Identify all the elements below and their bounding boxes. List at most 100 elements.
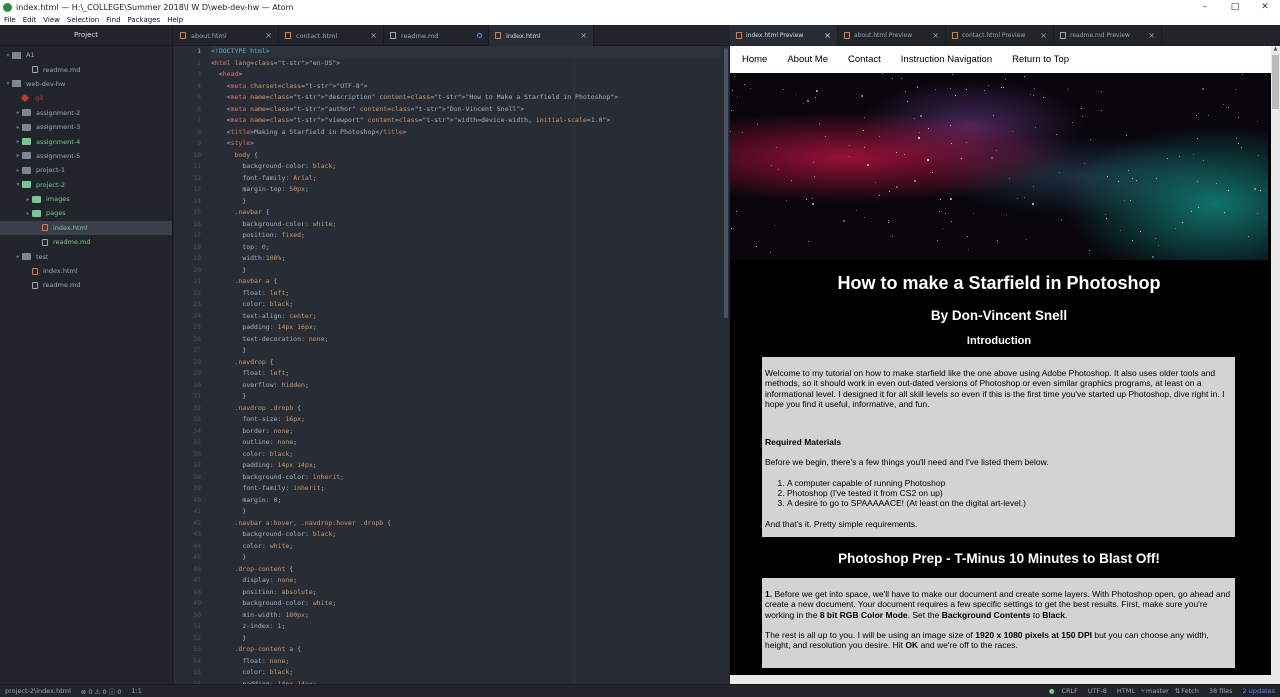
preview-tab[interactable]: about.html Preview × (838, 25, 946, 46)
code-line[interactable]: .navdrop .dropb { (211, 403, 721, 415)
code-line[interactable]: color: black; (211, 299, 721, 311)
chevron-right-icon[interactable]: ▸ (14, 167, 22, 174)
code-line[interactable]: text-decoration: none; (211, 334, 721, 346)
scroll-up-arrow-icon[interactable]: ▲ (1271, 46, 1280, 52)
editor-tab[interactable]: about.html × (174, 25, 279, 46)
tree-item[interactable]: index.html (0, 264, 172, 278)
chevron-down-icon[interactable]: ▾ (4, 80, 12, 87)
modified-dot-icon[interactable] (477, 33, 482, 38)
tree-item[interactable]: ▸ assignment-3 (0, 120, 172, 134)
code-line[interactable]: padding: 14px 14px; (211, 460, 721, 472)
tree-item[interactable]: ▾ web-dev-hw (0, 77, 172, 91)
nav-contact-link[interactable]: Contact (836, 54, 889, 65)
code-line[interactable]: } (211, 345, 721, 357)
tree-item[interactable]: readme.md (0, 235, 172, 249)
code-line[interactable]: <style> (211, 138, 721, 150)
nav-about-link[interactable]: About Me (775, 54, 836, 65)
code-line[interactable]: font-family: Arial; (211, 173, 721, 185)
tree-item[interactable]: index.html (0, 220, 172, 236)
status-grammar[interactable]: HTML (1112, 687, 1140, 695)
editor-scroll-thumb[interactable] (724, 48, 728, 318)
close-tab-icon[interactable]: × (370, 31, 377, 40)
chevron-down-icon[interactable]: ▾ (4, 52, 12, 59)
code-line[interactable]: border: none; (211, 426, 721, 438)
chevron-right-icon[interactable]: ▸ (24, 196, 32, 203)
code-line[interactable]: <head> (211, 69, 721, 81)
editor-tab[interactable]: index.html × (489, 25, 594, 46)
code-line[interactable]: margin: 0; (211, 495, 721, 507)
code-line[interactable]: font-size: 16px; (211, 414, 721, 426)
status-fetch[interactable]: Fetch (1181, 687, 1204, 695)
code-line[interactable]: .navdrop { (211, 357, 721, 369)
minimize-button[interactable]: – (1190, 2, 1220, 12)
close-tab-icon[interactable]: × (932, 31, 939, 40)
chevron-right-icon[interactable]: ▸ (24, 210, 32, 217)
code-line[interactable]: } (211, 196, 721, 208)
code-line[interactable]: float: left; (211, 288, 721, 300)
code-line[interactable]: margin-top: 50px; (211, 184, 721, 196)
code-line[interactable]: position: fixed; (211, 230, 721, 242)
code-line[interactable]: background-color: black; (211, 161, 721, 173)
tree-item[interactable]: ▸ pages (0, 206, 172, 220)
code-line[interactable]: font-family: inherit; (211, 483, 721, 495)
tree-item[interactable]: readme.md (0, 62, 172, 76)
code-line[interactable]: .navbar { (211, 207, 721, 219)
status-line-ending[interactable]: CRLF (1057, 687, 1083, 695)
code-line[interactable]: float: left; (211, 368, 721, 380)
code-line[interactable]: .drop-content { (211, 564, 721, 576)
code-line[interactable]: <meta name=class="t-str">"description" c… (211, 92, 721, 104)
code-line[interactable]: <html lang=class="t-str">"en-US"> (211, 58, 721, 70)
code-line[interactable]: color: black; (211, 449, 721, 461)
editor-tab[interactable]: readme.md (384, 25, 489, 46)
code-line[interactable]: color: black; (211, 667, 721, 679)
code-line[interactable]: .navbar a { (211, 276, 721, 288)
code-line[interactable]: float: none; (211, 656, 721, 668)
status-issues[interactable]: ⊗ 0 ⚠ 0 ⓘ 0 (76, 686, 127, 696)
code-line[interactable]: <meta charset=class="t-str">"UTF-8"> (211, 81, 721, 93)
nav-top-link[interactable]: Return to Top (1000, 54, 1077, 65)
menu-packages[interactable]: Packages (124, 16, 164, 24)
tree-item[interactable]: ▸ project-1 (0, 163, 172, 177)
code-line[interactable]: min-width: 180px; (211, 610, 721, 622)
code-line[interactable]: <meta name=class="t-str">"viewport" cont… (211, 115, 721, 127)
code-line[interactable]: .navbar a:hover, .navdrop:hover .dropb { (211, 518, 721, 530)
preview-tab[interactable]: contact.html Preview × (946, 25, 1054, 46)
menu-help[interactable]: Help (163, 16, 186, 24)
status-encoding[interactable]: UTF-8 (1083, 687, 1112, 695)
tree-item[interactable]: ▸ images (0, 192, 172, 206)
tree-item[interactable]: ▸ test (0, 249, 172, 263)
tree-item[interactable]: readme.md (0, 278, 172, 292)
code-line[interactable]: <meta name=class="t-str">"author" conten… (211, 104, 721, 116)
preview-tab[interactable]: index.html Preview × (730, 25, 838, 46)
close-tab-icon[interactable]: × (824, 31, 831, 40)
preview-scroll-thumb[interactable] (1272, 55, 1279, 109)
code-line[interactable]: body { (211, 150, 721, 162)
code-line[interactable]: } (211, 552, 721, 564)
code-line[interactable]: <!DOCTYPE html> (211, 46, 721, 58)
chevron-right-icon[interactable]: ▸ (14, 152, 22, 159)
close-tab-icon[interactable]: × (1148, 31, 1155, 40)
code-line[interactable]: <title>Making a Starfield in Photoshop</… (211, 127, 721, 139)
preview-tab[interactable]: readme.md Preview × (1054, 25, 1162, 46)
code-line[interactable]: z-index: 1; (211, 621, 721, 633)
tree-item[interactable]: ▸ assignment-2 (0, 106, 172, 120)
code-line[interactable]: } (211, 633, 721, 645)
code-line[interactable]: display: none; (211, 575, 721, 587)
code-line[interactable]: outline: none; (211, 437, 721, 449)
chevron-right-icon[interactable]: ▸ (14, 124, 22, 131)
preview-scrollbar[interactable]: ▲ (1271, 46, 1280, 684)
maximize-button[interactable]: □ (1220, 2, 1250, 12)
code-line[interactable]: width:100%; (211, 253, 721, 265)
status-file-path[interactable]: project-2\index.html (0, 687, 76, 695)
status-cursor-position[interactable]: 1:1 (126, 687, 146, 695)
code-line[interactable]: padding: 14px 16px; (211, 322, 721, 334)
code-line[interactable]: background-color: white; (211, 219, 721, 231)
close-tab-icon[interactable]: × (1040, 31, 1047, 40)
tree-item[interactable]: ▾ A1 (0, 48, 172, 62)
code-line[interactable]: overflow: hidden; (211, 380, 721, 392)
chevron-right-icon[interactable]: ▸ (14, 138, 22, 145)
chevron-down-icon[interactable]: ▾ (14, 181, 22, 188)
code-line[interactable]: .drop-content a { (211, 644, 721, 656)
code-line[interactable]: background-color: white; (211, 598, 721, 610)
code-area[interactable]: <!DOCTYPE html> <html lang=class="t-str">… (211, 46, 721, 688)
